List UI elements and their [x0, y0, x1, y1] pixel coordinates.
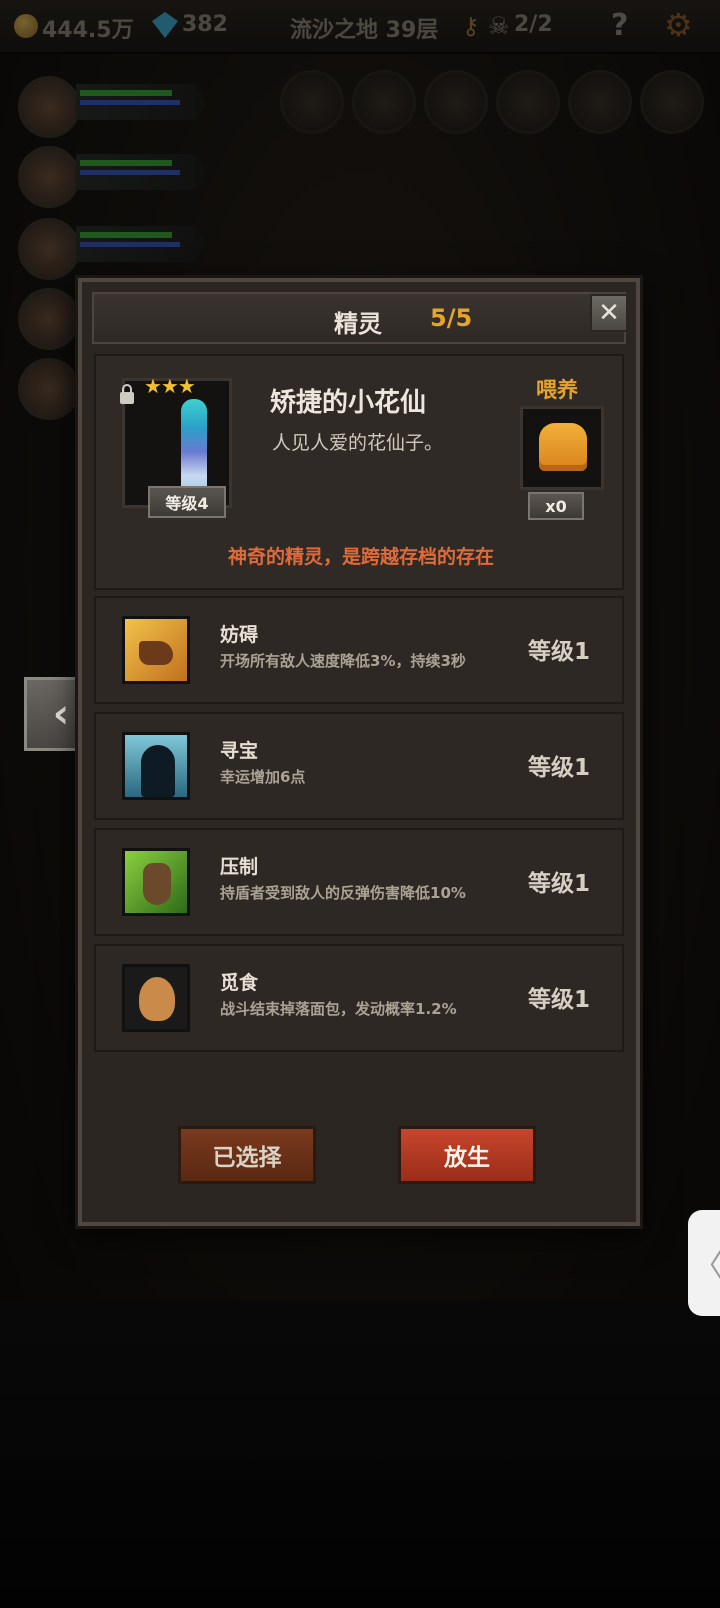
skill-level: 等级1 [528, 987, 591, 1013]
skill-name: 寻宝 [220, 740, 259, 762]
dialog-header: 精灵 5/5 [92, 292, 626, 344]
spirit-description: 人见人爱的花仙子。 [272, 432, 444, 454]
skill-name: 觅食 [220, 972, 259, 994]
spirit-name: 矫捷的小花仙 [270, 388, 427, 418]
skill-name: 妨碍 [220, 624, 259, 646]
skill-description: 战斗结束掉落面包，发动概率1.2% [220, 1000, 457, 1018]
side-drawer-tab[interactable]: 〈 [688, 1210, 720, 1316]
gingerbread-icon [122, 964, 190, 1032]
feed-item-count: x0 [528, 492, 584, 520]
spirit-level-badge: 等级4 [148, 486, 226, 518]
close-icon[interactable]: ✕ [590, 294, 628, 332]
fairy-sprite [181, 399, 207, 495]
skill-row[interactable]: 寻宝 幸运增加6点 等级1 [94, 712, 624, 820]
feed-item-slot[interactable] [520, 406, 604, 490]
chained-boot-icon [122, 616, 190, 684]
skill-level: 等级1 [528, 871, 591, 897]
star-rating: ★★★ [144, 374, 196, 398]
skill-description: 开场所有敌人速度降低3%，持续3秒 [220, 652, 466, 670]
feed-label: 喂养 [536, 378, 578, 402]
skill-row[interactable]: 妨碍 开场所有敌人速度降低3%，持续3秒 等级1 [94, 596, 624, 704]
skill-level: 等级1 [528, 639, 591, 665]
release-button[interactable]: 放生 [398, 1126, 536, 1184]
skill-description: 幸运增加6点 [220, 768, 306, 786]
selected-button[interactable]: 已选择 [178, 1126, 316, 1184]
spirit-info-panel: ★★★ 等级4 矫捷的小花仙 人见人爱的花仙子。 喂养 x0 神奇的精灵，是跨越… [94, 354, 624, 590]
spirit-dialog: 精灵 5/5 ✕ ★★★ 等级4 矫捷的小花仙 人见人爱的花仙子。 喂养 x0 … [78, 278, 640, 1226]
bread-icon [539, 423, 587, 471]
skill-level: 等级1 [528, 755, 591, 781]
lock-icon[interactable] [120, 384, 134, 404]
starry-silhouette-icon [122, 732, 190, 800]
skill-name: 压制 [220, 856, 259, 878]
claw-icon [122, 848, 190, 916]
spirit-count: 5/5 [430, 304, 473, 332]
skill-row[interactable]: 觅食 战斗结束掉落面包，发动概率1.2% 等级1 [94, 944, 624, 1052]
spirit-note: 神奇的精灵，是跨越存档的存在 [227, 546, 494, 568]
dialog-title: 精灵 [334, 310, 382, 338]
skill-description: 持盾者受到敌人的反弹伤害降低10% [220, 884, 466, 902]
skill-row[interactable]: 压制 持盾者受到敌人的反弹伤害降低10% 等级1 [94, 828, 624, 936]
